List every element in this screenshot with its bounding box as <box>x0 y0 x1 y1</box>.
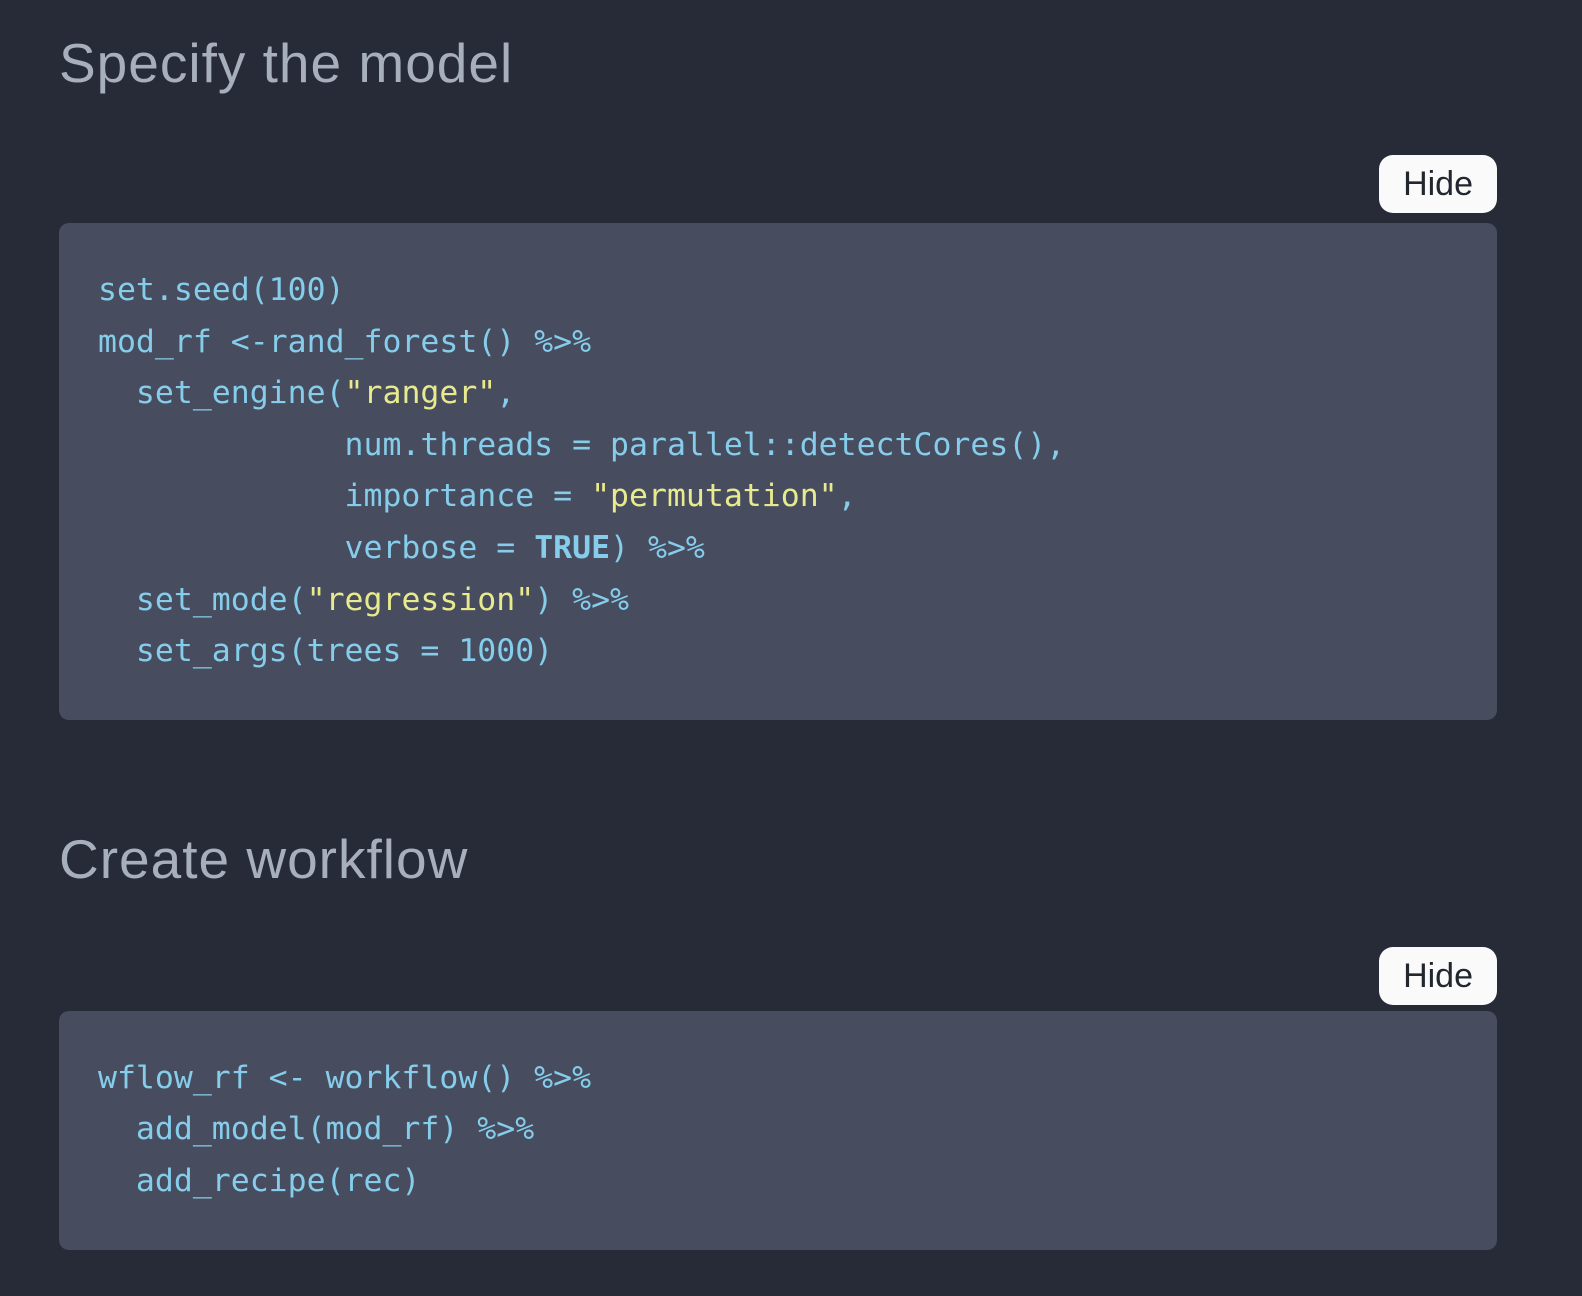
code-block-model-spec: set.seed(100) mod_rf <-rand_forest() %>% … <box>59 223 1497 720</box>
code-line: set_args(trees = 1000) <box>98 633 554 670</box>
section-heading-create-workflow: Create workflow <box>59 827 469 890</box>
button-row: Hide <box>59 155 1497 213</box>
code-line: wflow_rf <- workflow() %>% <box>98 1059 592 1096</box>
section-heading-specify-model: Specify the model <box>59 32 514 94</box>
code-line: importance = "permutation", <box>98 478 857 515</box>
code-block-workflow: wflow_rf <- workflow() %>% add_model(mod… <box>59 1010 1497 1250</box>
section-specify-model: Specify the model Hide set.seed(100) mod_… <box>59 30 1497 720</box>
hide-code-button[interactable]: Hide <box>1379 155 1497 213</box>
code-line: add_model(mod_rf) %>% <box>98 1111 535 1148</box>
section-create-workflow: Create workflow Hide wflow_rf <- workflo… <box>59 826 1497 1250</box>
code-line: set_mode("regression") %>% <box>98 581 630 618</box>
code-line: mod_rf <-rand_forest() %>% <box>98 323 592 360</box>
code-line: set_engine("ranger", <box>98 375 516 412</box>
code-line: num.threads = parallel::detectCores(), <box>98 426 1066 463</box>
code-line: verbose = TRUE) %>% <box>98 529 705 566</box>
button-row: Hide <box>59 946 1497 1005</box>
code-line: set.seed(100) <box>98 272 345 308</box>
hide-code-button[interactable]: Hide <box>1379 946 1497 1005</box>
code-line: add_recipe(rec) <box>98 1162 421 1199</box>
document-page: Specify the model Hide set.seed(100) mod_… <box>0 0 1582 1296</box>
